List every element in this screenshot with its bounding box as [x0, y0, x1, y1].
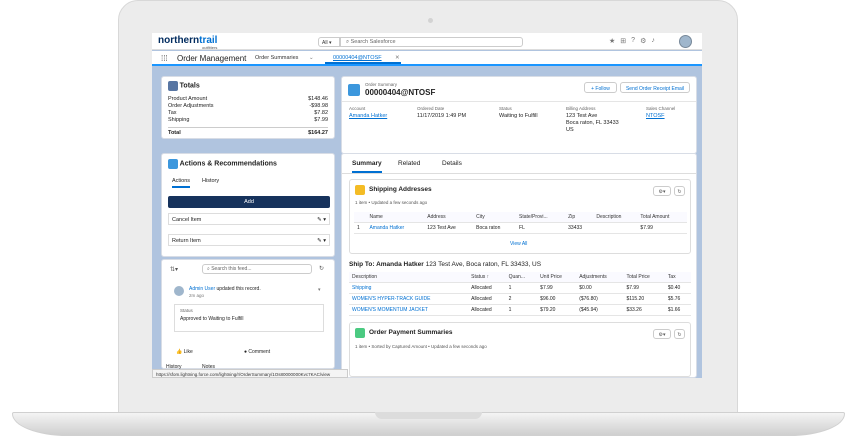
ship-to-section: Ship To: Amanda Hatker 123 Test Ave, Boc… — [349, 261, 691, 316]
pin-icon[interactable]: ✎ ▾ — [317, 238, 326, 244]
app-launcher-icon[interactable]: ⁞⁞⁞ — [161, 54, 168, 63]
table-row: Shipping Allocated 1 $7.99 $0.00 $7.99 $0.40 — [349, 282, 691, 294]
laptop-notch — [375, 412, 482, 419]
payment-summaries-card: Order Payment Summaries 1 item • Sorted … — [349, 322, 691, 377]
account-label: Account — [349, 106, 366, 111]
avatar — [174, 286, 184, 296]
sales-channel-label: Sales Channel — [646, 106, 676, 111]
actions-card: Actions & Recommendations Actions Histor… — [161, 153, 335, 257]
totals-title: Totals — [179, 82, 200, 90]
total-row: Product Amount $148.46 — [168, 96, 328, 102]
search-icon: ⌕ — [346, 39, 350, 45]
actions-title: Actions & Recommendations — [179, 160, 277, 168]
total-row: Shipping $7.99 — [168, 117, 328, 123]
settings-dropdown[interactable]: ⚙▾ — [653, 329, 671, 339]
refresh-icon[interactable]: ↻ — [674, 329, 685, 339]
sales-channel-link[interactable]: NTOSF — [646, 113, 665, 119]
record-title: 00000404@NTOSF — [365, 88, 436, 97]
ship-to-address: 123 Test Ave, Boca raton, FL 33433, US — [425, 261, 542, 268]
table-row: WOMEN'S HYPER-TRACK GUIDE Allocated 2 $96.0… — [349, 293, 691, 305]
payments-title: Order Payment Summaries — [369, 329, 453, 336]
feed-search-input[interactable]: ⌕ Search this feed... — [202, 264, 312, 274]
order-icon — [348, 84, 360, 96]
feed-timestamp: 2m ago — [189, 293, 205, 298]
ordered-date-label: Ordered Date — [417, 106, 445, 111]
billing-line3: US — [566, 127, 574, 133]
actions-icon — [168, 159, 178, 169]
comment-button[interactable]: ● Comment — [244, 349, 270, 355]
search-scope-select[interactable]: All ▾ — [318, 37, 340, 47]
ship-to-label: Ship To: Amanda Hatker — [349, 261, 424, 268]
feed-post-header: Admin User updated this record. — [189, 286, 261, 292]
record-type: Order Summary — [365, 82, 398, 87]
totals-icon — [168, 81, 178, 91]
feed-user-link[interactable]: Admin User — [189, 286, 215, 292]
tab-summary[interactable]: Summary — [352, 160, 382, 173]
tab-history[interactable]: History — [202, 178, 219, 184]
close-icon[interactable]: ✕ — [395, 55, 400, 61]
brand-logo[interactable]: northerntrail outfitters — [158, 35, 217, 50]
address-icon — [355, 185, 365, 195]
camera — [428, 18, 433, 23]
main-content: Summary Related Details Shipping Address… — [341, 153, 697, 378]
totals-card: Totals Product Amount $148.46 Order Adjus… — [161, 76, 335, 139]
account-link[interactable]: Amanda Hatker — [349, 113, 387, 119]
add-button[interactable]: Add — [168, 196, 330, 208]
tab-details[interactable]: Details — [442, 160, 462, 167]
view-all-link[interactable]: View All — [510, 241, 527, 247]
like-button[interactable]: 👍 Like — [176, 349, 193, 355]
refresh-icon[interactable]: ↻ — [319, 265, 324, 272]
screen: northerntrail outfitters All ▾ ⌕ Search S… — [152, 33, 702, 378]
order-items-table: Description Status ↑ Quan... Unit Price Adju… — [349, 272, 691, 316]
send-receipt-button[interactable]: Send Order Receipt Email — [620, 82, 690, 93]
grand-total-row: Total $164.27 — [168, 127, 328, 136]
tab-related[interactable]: Related — [398, 160, 420, 167]
global-header: northerntrail outfitters All ▾ ⌕ Search S… — [152, 33, 702, 50]
ordered-date-value: 11/17/2019 1:49 PM — [417, 113, 467, 119]
nav-bar: ⁞⁞⁞ Order Management Order Summaries ⌄ 0… — [152, 51, 702, 66]
feed-change-box: Status Approved to Waiting to Fulfill — [174, 304, 324, 332]
add-icon[interactable]: ⊞ — [620, 37, 626, 45]
chevron-down-icon[interactable]: ⌄ — [309, 55, 314, 61]
payments-meta: 1 item • Sorted by Captured Amount • Upd… — [355, 344, 487, 349]
refresh-icon[interactable]: ↻ — [674, 186, 685, 196]
action-return-item[interactable]: Return Item ✎ ▾ — [168, 234, 330, 246]
status-value: Waiting to Fulfill — [499, 113, 538, 119]
table-row: 1 Amanda Hatker 123 Test Ave Boca raton FL 33… — [354, 222, 687, 234]
payment-icon — [355, 328, 365, 338]
pin-icon[interactable]: ✎ ▾ — [317, 217, 326, 223]
follow-button[interactable]: + Follow — [584, 82, 617, 93]
global-search-input[interactable]: ⌕ Search Salesforce — [340, 37, 523, 47]
help-icon[interactable]: ? — [631, 37, 635, 45]
shipping-meta: 1 item • Updated a few seconds ago — [355, 200, 428, 205]
shipping-table: Name Address City State/Provi... Zip Descript… — [354, 212, 687, 234]
url-status-bar: https://sfom.lightning.force.com/lightni… — [152, 369, 348, 378]
favorites-icon[interactable]: ★ — [609, 37, 615, 45]
gear-icon[interactable]: ⚙ — [640, 37, 646, 45]
record-header: Order Summary 00000404@NTOSF + Follow Se… — [341, 76, 697, 154]
tab-actions[interactable]: Actions — [172, 178, 191, 188]
app-name: Order Management — [177, 54, 247, 63]
table-row: WOMEN'S MOMENTUM JACKET Allocated 1 $79.20(… — [349, 304, 691, 316]
billing-line2: Boca raton, FL 33433 — [566, 120, 619, 126]
avatar[interactable] — [679, 35, 692, 48]
tab-record[interactable]: 00000404@NTOSF — [325, 52, 401, 64]
sort-icon[interactable]: ⇅▾ — [170, 266, 178, 273]
status-label: Status — [499, 106, 512, 111]
chevron-down-icon[interactable]: ▾ — [318, 287, 321, 293]
shipping-title: Shipping Addresses — [369, 186, 432, 193]
action-cancel-item[interactable]: Cancel Item ✎ ▾ — [168, 213, 330, 225]
billing-label: Billing Address — [566, 106, 596, 111]
settings-dropdown[interactable]: ⚙▾ — [653, 186, 671, 196]
feed-card: ⇅▾ ⌕ Search this feed... ↻ Admin User up… — [161, 259, 335, 370]
total-row: Order Adjustments -$98.98 — [168, 103, 328, 109]
bell-icon[interactable]: ♪ — [651, 37, 655, 45]
tab-order-summaries[interactable]: Order Summaries — [255, 55, 298, 61]
shipping-addresses-card: Shipping Addresses 1 item • Updated a fe… — [349, 179, 691, 254]
total-row: Tax $7.82 — [168, 110, 328, 116]
billing-line1: 123 Test Ave — [566, 113, 598, 119]
